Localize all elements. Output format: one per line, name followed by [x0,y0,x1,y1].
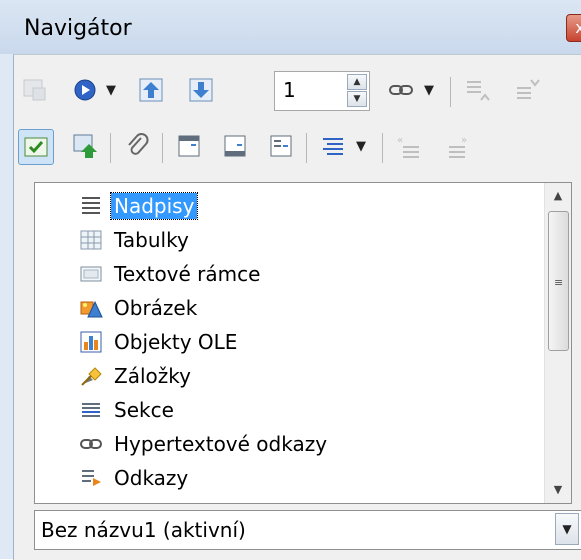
tree-item-label: Nadpisy [109,192,199,220]
next-object-button[interactable] [184,73,218,107]
drag-mode-dropdown-arrow[interactable]: ▼ [424,83,434,98]
page-number-spinner[interactable]: 1 ▲ ▼ [274,71,370,111]
footer-button[interactable] [218,129,252,163]
tree-item-label: Hypertextové odkazy [114,432,328,456]
reminder-icon [73,134,97,158]
tree-item-references[interactable]: Odkazy [79,461,191,495]
title-bar[interactable]: Navigátor x [0,0,581,54]
navigation-icon [23,79,46,101]
svg-text:«: « [397,135,403,146]
tree-item-images[interactable]: Obrázek [79,291,200,325]
headings-icon [82,197,100,214]
previous-object-button[interactable] [134,73,168,107]
tree-item-bookmarks[interactable]: Záložky [79,359,194,393]
close-button[interactable]: x [566,14,581,42]
svg-text:»: » [461,135,467,146]
scroll-up-button[interactable]: ▲ [545,183,571,209]
tree-scrollbar[interactable]: ▲ ≡ ▼ [544,183,571,503]
tree-item-hyperlinks[interactable]: Hypertextové odkazy [79,427,330,461]
content-tree[interactable]: Nadpisy Tabulky Textové rámce Obrázek Ob… [34,182,572,504]
heading-levels-dropdown-arrow[interactable]: ▼ [356,139,366,154]
tree-item-label: Objekty OLE [114,330,238,354]
toggle-navigation-button[interactable] [18,73,52,107]
navigate-by-button[interactable] [68,73,102,107]
toolbar-separator [110,133,111,163]
tree-item-label: Tabulky [114,228,189,252]
page-number-value[interactable]: 1 [283,78,296,102]
toolbar-separator [450,77,451,107]
scroll-grip-icon: ≡ [554,276,564,289]
anchor-text-button[interactable] [264,129,298,163]
link-chain-icon [389,85,413,95]
paperclip-icon [128,133,149,155]
demote-chapter-button[interactable]: » [442,129,476,163]
spinner-buttons: ▲ ▼ [347,74,367,108]
navigate-circle-icon [74,79,96,101]
tree-item-label: Obrázek [114,296,198,320]
promote-chapter-icon: « [397,135,419,158]
drag-mode-button[interactable] [384,73,418,107]
header-button[interactable] [172,129,206,163]
navigator-panel: ▼ 1 ▲ ▼ ▼ ▼ « » Nadpisy Tabulky Textové … [13,54,581,560]
toolbar-navigation: ▼ 1 ▲ ▼ ▼ [14,65,581,119]
bookmark-icon [81,367,102,386]
navigate-by-dropdown-arrow[interactable]: ▼ [106,83,116,98]
text-frame-icon [80,266,102,282]
toolbar-separator [162,133,163,163]
tree-item-tables[interactable]: Tabulky [79,223,192,257]
demote-level-button[interactable] [510,73,544,107]
spin-up-button[interactable]: ▲ [347,74,367,90]
tree-item-label: Odkazy [114,466,189,490]
table-icon [80,230,102,250]
reference-icon [82,470,101,486]
document-select[interactable]: Bez názvu1 (aktivní) ▼ [34,510,581,550]
promote-level-icon [467,81,490,101]
tree-item-headings[interactable]: Nadpisy [79,189,199,223]
scroll-thumb[interactable]: ≡ [548,211,569,351]
image-icon [80,300,103,318]
header-icon [178,135,200,157]
hyperlink-icon [80,439,102,449]
tree-item-sections[interactable]: Sekce [79,393,177,427]
heading-levels-icon [323,138,343,155]
heading-levels-button[interactable] [316,129,350,163]
promote-chapter-button[interactable]: « [392,129,426,163]
promote-level-button[interactable] [460,73,494,107]
navigator-window: Navigátor x ▼ 1 ▲ ▼ ▼ ▼ « » Nadpisy Tabu… [0,0,581,560]
set-reminder-button[interactable] [68,129,102,163]
content-view-button[interactable] [18,129,54,165]
document-select-value: Bez názvu1 (aktivní) [41,518,246,542]
demote-level-icon [517,79,540,99]
arrow-up-icon [139,78,163,102]
tree-item-label: Záložky [114,364,191,388]
document-select-dropdown-button[interactable]: ▼ [555,513,579,545]
tree-item-label: Sekce [114,398,174,422]
scroll-down-button[interactable]: ▼ [545,477,571,503]
toolbar-separator [382,133,383,163]
window-title: Navigátor [24,16,132,41]
checkmark-box-icon [24,137,48,157]
section-icon [82,403,100,417]
ole-object-icon [80,331,102,353]
toolbar-content: ▼ « » [14,121,581,175]
anchor-text-icon [270,135,292,157]
spin-down-button[interactable]: ▼ [347,91,367,107]
arrow-down-icon [189,78,213,102]
footer-icon [224,135,246,157]
tree-item-label: Textové rámce [114,262,261,286]
tree-item-text-frames[interactable]: Textové rámce [79,257,263,291]
demote-chapter-icon: » [449,135,467,158]
insert-reference-button[interactable] [120,129,154,163]
toolbar-separator [306,133,307,163]
tree-item-ole-objects[interactable]: Objekty OLE [79,325,240,359]
